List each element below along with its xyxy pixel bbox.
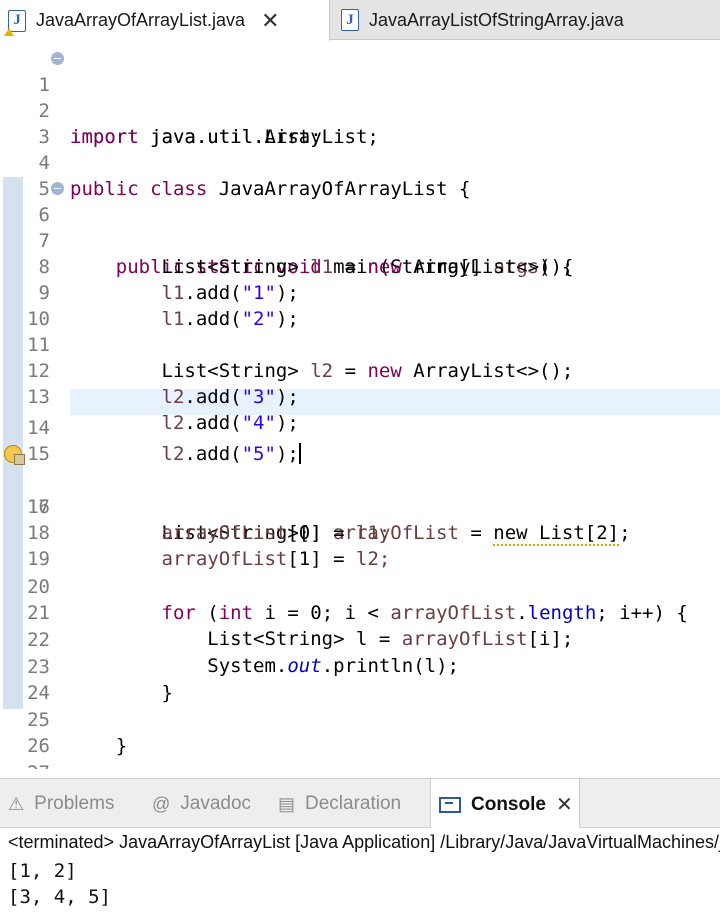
declaration-icon: ▤ xyxy=(278,793,296,814)
warning-overlay-icon xyxy=(4,27,14,36)
code-line-3: 3 xyxy=(0,98,720,148)
problems-icon: ⚠ xyxy=(8,793,25,814)
code-line-27: 27 } xyxy=(0,734,720,769)
code-line-22: 22 System.out.println(l); xyxy=(27,629,459,677)
tab-label: Javadoc xyxy=(180,793,252,814)
code-line-6: 6 − public static void main(String[] arg… xyxy=(38,182,574,278)
tab-problems[interactable]: ⚠ Problems xyxy=(8,779,114,829)
code-line-8: 8 l1.add("1"); xyxy=(38,256,299,304)
tab-console[interactable]: Console ✕ xyxy=(430,779,580,830)
tab-javadoc[interactable]: @ Javadoc xyxy=(152,779,251,829)
editor-tab-java-array-of-array-list[interactable]: J JavaArrayOfArrayList.java ✕ xyxy=(0,0,330,41)
code-line-13: 13 l2.add("4"); xyxy=(27,386,299,434)
code-line-19: 19 xyxy=(0,520,720,570)
code-line-7: 7 List<String> l1 = new ArrayList<>(); xyxy=(38,230,574,278)
code-line-25: 25 } xyxy=(27,709,128,757)
tab-label: Problems xyxy=(34,793,115,814)
warning-marker-icon[interactable] xyxy=(4,445,25,465)
code-editor[interactable]: 1 − import java.util.ArrayList; 2 import… xyxy=(0,41,720,769)
console-output-line: [3, 4, 5] xyxy=(8,886,111,908)
close-icon[interactable]: ✕ xyxy=(261,9,279,32)
editor-tab-label: JavaArrayListOfStringArray.java xyxy=(369,9,624,30)
editor-tab-bar: J JavaArrayOfArrayList.java ✕ J JavaArra… xyxy=(0,0,720,41)
code-line-4: 4 public class JavaArrayOfArrayList { xyxy=(38,152,471,200)
console-output-line: [1, 2] xyxy=(8,860,77,882)
code-line-11: 11 List<String> l2 = new ArrayList<>(); xyxy=(27,334,574,382)
view-tab-bar: ⚠ Problems @ Javadoc ▤ Declaration Conso… xyxy=(0,778,720,830)
close-icon[interactable]: ✕ xyxy=(556,795,573,815)
javadoc-icon: @ xyxy=(152,793,171,814)
tab-label: Console xyxy=(471,793,546,815)
code-line-1: 1 − import java.util.ArrayList; xyxy=(38,52,379,148)
code-line-10: 10 xyxy=(0,280,720,330)
code-line-20: 20 for (int i = 0; i < arrayOfList.lengt… xyxy=(27,576,688,624)
code-line-15: 15 xyxy=(0,415,720,465)
java-file-icon: J xyxy=(341,9,359,31)
code-line-9: 9 l1.add("2"); xyxy=(38,282,299,330)
fold-collapse-icon[interactable]: − xyxy=(51,182,64,195)
tab-declaration[interactable]: ▤ Declaration xyxy=(278,779,401,829)
java-file-icon: J xyxy=(4,9,26,36)
code-line-24: 24 xyxy=(0,654,720,704)
code-line-26: 26 xyxy=(0,707,720,757)
console-icon xyxy=(439,796,461,813)
code-line-16: 16 List<String>[] arrayOfList = new List… xyxy=(0,442,720,546)
console-status-line: <terminated> JavaArrayOfArrayList [Java … xyxy=(8,832,720,852)
code-line-21: 21 List<String> l = arrayOfList[i]; xyxy=(27,602,574,650)
code-line-14: 14 l2.add("5"); xyxy=(27,417,301,465)
code-line-12: 12 l2.add("3"); xyxy=(27,360,299,408)
code-line-17: 17 arrayOfList[0] = l1; xyxy=(27,496,391,544)
console-view[interactable]: <terminated> JavaArrayOfArrayList [Java … xyxy=(0,828,720,913)
editor-tab-label: JavaArrayOfArrayList.java xyxy=(36,10,246,30)
line-number: 27 xyxy=(27,760,50,769)
code-line-5: 5 xyxy=(0,150,720,200)
fold-collapse-icon[interactable]: − xyxy=(51,52,64,65)
code-line-18: 18 arrayOfList[1] = l2; xyxy=(27,522,391,570)
code-line-23: 23 } xyxy=(27,656,173,704)
tab-label: Declaration xyxy=(305,793,402,814)
code-line-2: 2 import java.util.List; xyxy=(38,100,322,148)
editor-tab-java-array-list-of-string-array[interactable]: J JavaArrayListOfStringArray.java xyxy=(331,0,720,40)
